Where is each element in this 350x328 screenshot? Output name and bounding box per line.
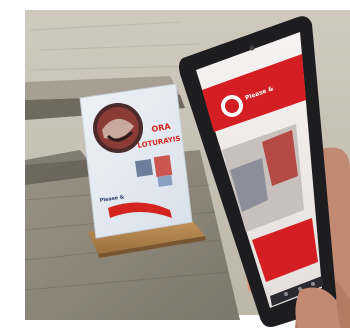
- photo-illustration: ORA LOTURAYIS Please & Please &: [0, 0, 350, 328]
- flyer: ORA LOTURAYIS Please &: [79, 83, 193, 239]
- photo-scene: ORA LOTURAYIS Please & Please &: [0, 0, 350, 328]
